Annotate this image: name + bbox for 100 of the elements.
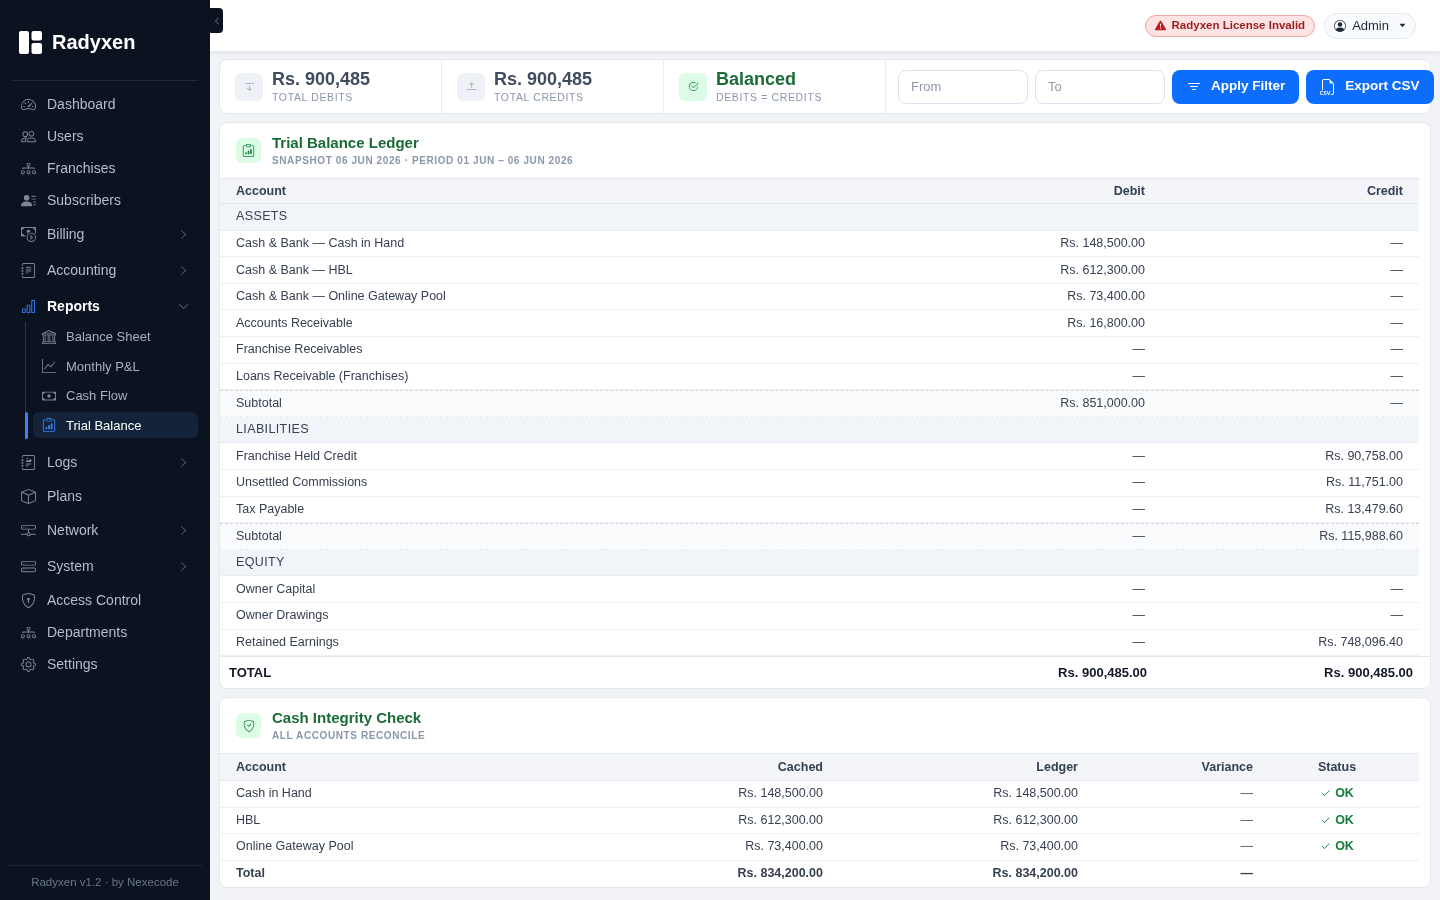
check-icon	[1320, 814, 1332, 826]
table-cell-text: Cash & Bank — Cash in Hand	[235, 235, 406, 252]
settings-icon	[21, 656, 36, 672]
table-cell-text: —	[1389, 288, 1404, 306]
clipboard-chart-icon	[236, 138, 261, 163]
box-icon	[21, 488, 36, 504]
nav-subitem[interactable]: Balance Sheet	[33, 323, 198, 350]
table-cell-text: —	[1131, 368, 1146, 385]
export-button[interactable]: Export CSV	[1306, 69, 1434, 104]
stat-value: Rs. 900,485	[494, 69, 593, 89]
csv-file-icon	[1320, 78, 1337, 95]
table-cell-text: Rs. 612,300.00	[1059, 261, 1146, 279]
nav-item[interactable]: Users	[12, 120, 198, 152]
nav-item[interactable]: Dashboard	[12, 88, 198, 120]
nav-item[interactable]: Departments	[12, 616, 198, 648]
section-heading-cell: LIABILITIES	[220, 416, 1419, 444]
version-footer: Radyxen v1.2 · by Nexecode	[31, 874, 179, 892]
nav-item[interactable]: Franchises	[12, 152, 198, 184]
stat-value: Rs. 900,485	[272, 69, 371, 89]
warning-icon	[1154, 20, 1166, 31]
brand-name: Radyxen	[52, 30, 136, 55]
table-cell: Rs. 115,988.60	[1161, 524, 1419, 549]
nav-item[interactable]: System	[12, 548, 198, 584]
user-menu-button[interactable]: Admin	[1324, 12, 1416, 39]
cash-coin-icon	[21, 226, 36, 242]
table-cell-text: —	[1389, 235, 1404, 252]
table-cell-text: —	[1131, 447, 1146, 465]
table-cell-text: Rs. 148,500.00	[992, 785, 1079, 803]
table-cell-text: Rs. 148,500.00	[737, 785, 824, 803]
table-cell-text: Cash & Bank — Online Gateway Pool	[235, 288, 447, 306]
user-avatar-icon	[1334, 19, 1347, 32]
column-header: Status	[1269, 754, 1419, 781]
line-chart-icon	[42, 359, 56, 374]
server-stack-icon	[21, 558, 36, 574]
nav-subitem[interactable]: Monthly P&L	[33, 353, 198, 380]
column-header: Cached	[599, 754, 839, 781]
speedometer-icon	[21, 96, 36, 112]
nav-subitem[interactable]: Cash Flow	[33, 382, 198, 409]
logo-icon	[19, 30, 42, 54]
table-cell-text: Rs. 11,751.00	[1325, 474, 1404, 492]
card-subtitle: SNAPSHOT 06 JUN 2026 · PERIOD 01 JUN – 06 JUN 2026	[272, 154, 574, 167]
stat-label: TOTAL DEBITS	[272, 91, 354, 104]
column-header: Credit	[1161, 179, 1419, 203]
table-cell-text: Rs. 90,758.00	[1324, 447, 1404, 465]
table-cell-text: Retained Earnings	[235, 633, 340, 651]
arrow-down-icon	[235, 72, 263, 101]
table-cell-text: Loans Receivable (Franchises)	[235, 368, 410, 385]
nav-item[interactable]: Settings	[12, 648, 198, 680]
table-cell-text: Tax Payable	[235, 500, 306, 518]
table-cell-text: Rs. 73,400.00	[1066, 288, 1146, 306]
to-field[interactable]: To	[1035, 69, 1165, 104]
table-cell-text: Rs. 13,479.60	[1324, 500, 1404, 518]
table-cell-text: Cash & Bank — HBL	[235, 261, 354, 279]
nav-item[interactable]: Accounting	[12, 252, 198, 288]
table-cell-text: Accounts Receivable	[235, 314, 354, 332]
section-heading-cell: ASSETS	[220, 204, 1419, 231]
nav-item[interactable]: Subscribers	[12, 184, 198, 216]
card-title: Trial Balance Ledger	[272, 134, 420, 152]
table-cell: —	[901, 524, 1161, 549]
clipboard-chart-icon	[42, 418, 56, 433]
nav-item[interactable]: Network	[12, 512, 198, 548]
table-cell: —	[1161, 391, 1419, 416]
nav-item[interactable]: Reports	[12, 288, 198, 324]
stat-label: DEBITS = CREDITS	[716, 91, 823, 104]
license-alert-text: Radyxen License Invalid	[1171, 17, 1306, 33]
from-field[interactable]: From	[898, 69, 1028, 104]
total-cell-text: Rs. 900,485.00	[1323, 663, 1414, 682]
table-cell-text: —	[1131, 633, 1146, 651]
total-cell-text: TOTAL	[228, 663, 273, 682]
table-cell-text: —	[1131, 607, 1146, 625]
table-cell-text: —	[1131, 500, 1146, 518]
table-cell-text: Rs. 612,300.00	[737, 811, 824, 829]
shield-check-icon	[236, 713, 261, 739]
nav-item[interactable]: Billing	[12, 216, 198, 252]
table-cell-text: —	[1389, 580, 1404, 598]
journal-icon	[21, 262, 36, 278]
table-cell-text: Rs. 148,500.00	[1059, 235, 1146, 252]
table-cell-text: Franchise Receivables	[235, 341, 364, 359]
sidebar-toggle-button[interactable]	[210, 8, 223, 33]
card-subtitle: ALL ACCOUNTS RECONCILE	[272, 729, 426, 743]
table-cell-text: —	[1389, 368, 1404, 385]
table-cell-text: —	[1131, 474, 1146, 492]
org-chart-icon	[21, 624, 36, 640]
nav-item[interactable]: Access Control	[12, 584, 198, 616]
apply-filter-button[interactable]: Apply Filter	[1172, 69, 1300, 104]
table-cell-text: Rs. 73,400.00	[999, 838, 1079, 856]
table-cell-text: —	[1239, 785, 1254, 803]
nav-item[interactable]: Plans	[12, 480, 198, 512]
org-chart-icon	[21, 160, 36, 176]
table-cell-text: Rs. 73,400.00	[744, 838, 824, 856]
total-cell-text: —	[1239, 865, 1254, 883]
table-cell-text: —	[1389, 341, 1404, 359]
column-header: Ledger	[839, 754, 1094, 781]
status-text: OK	[1335, 785, 1354, 803]
nav-subitem[interactable]: Trial Balance	[33, 412, 198, 439]
total-cell-text: Total	[235, 865, 266, 883]
table-cell-text: —	[1389, 607, 1404, 625]
table-cell-text: Cash in Hand	[235, 785, 313, 803]
nav-item[interactable]: Logs	[12, 444, 198, 480]
table-cell-text: Rs. 612,300.00	[992, 811, 1079, 829]
